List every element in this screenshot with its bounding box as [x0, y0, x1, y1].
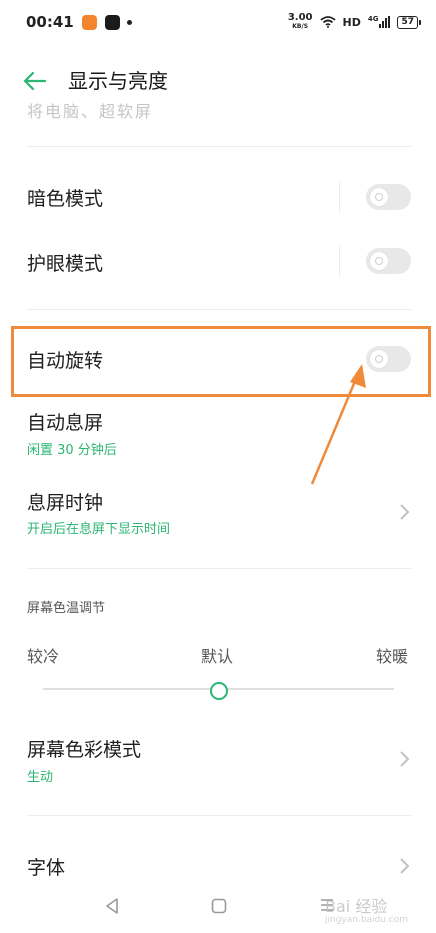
- page-title: 显示与亮度: [68, 69, 168, 93]
- color-temp-cold-label: 较冷: [27, 647, 60, 666]
- status-bar: 00:41 3.00 KB/S HD 4G 57: [0, 0, 436, 44]
- back-arrow-icon[interactable]: [22, 68, 48, 94]
- divider: [27, 815, 411, 816]
- color-temp-slider-thumb[interactable]: [209, 682, 228, 700]
- status-indicators: 3.00 KB/S HD 4G 57: [287, 12, 421, 31]
- tiktok-notification-icon: [104, 14, 120, 30]
- eye-care-label: 护眼模式: [27, 253, 104, 275]
- wifi-icon: [319, 16, 336, 28]
- divider: [27, 568, 411, 569]
- color-mode-label: 屏幕色彩模式: [27, 739, 142, 761]
- watermark-logo: Bai 经验 jingyan.baidu.com: [325, 897, 409, 925]
- network-speed: 3.00 KB/S: [287, 12, 313, 31]
- row-separator: [339, 182, 340, 212]
- battery-icon: 57: [397, 15, 421, 29]
- color-mode-value: 生动: [27, 770, 54, 785]
- signal-icon: 4G: [368, 16, 391, 28]
- dark-mode-label: 暗色模式: [27, 188, 104, 210]
- divider: [27, 146, 411, 147]
- annotation-arrow-icon: [310, 364, 366, 485]
- font-label: 字体: [27, 857, 66, 879]
- aod-clock-description: 开启后在息屏下显示时间: [27, 522, 171, 537]
- toggle-knob: [370, 252, 388, 270]
- nav-home-icon[interactable]: [210, 897, 228, 915]
- more-notifications-icon: [126, 19, 132, 25]
- faded-scrolled-text: 将电脑、超软屏: [27, 102, 154, 121]
- color-temp-default-label: 默认: [201, 647, 234, 666]
- status-time: 00:41: [26, 13, 74, 31]
- screen-timeout-label: 自动息屏: [27, 412, 104, 434]
- hd-indicator: HD: [342, 15, 361, 29]
- nav-back-icon[interactable]: [103, 897, 121, 915]
- aod-clock-label: 息屏时钟: [27, 492, 104, 514]
- chevron-right-icon: [400, 858, 410, 874]
- toggle-knob: [370, 188, 388, 206]
- divider: [27, 309, 411, 310]
- color-temp-warm-label: 较暖: [376, 647, 409, 666]
- app-notification-icon: [81, 14, 97, 30]
- screen-timeout-value: 闲置 30 分钟后: [27, 443, 117, 458]
- dark-mode-toggle[interactable]: [366, 184, 411, 210]
- chevron-right-icon: [400, 751, 410, 767]
- row-separator: [339, 246, 340, 276]
- color-temp-section-title: 屏幕色温调节: [27, 601, 106, 616]
- eye-care-toggle[interactable]: [366, 248, 411, 274]
- chevron-right-icon: [400, 504, 410, 520]
